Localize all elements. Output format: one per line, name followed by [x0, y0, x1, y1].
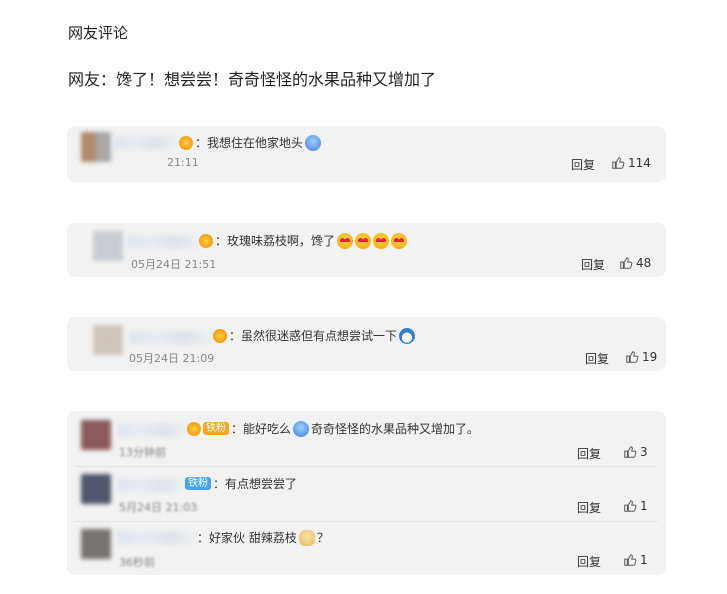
comment-time: 36秒前 — [119, 556, 155, 569]
username[interactable] — [117, 423, 187, 437]
comment-text: 铁粉 ：有点想尝尝了 — [185, 475, 297, 492]
reply-button[interactable]: 回复 — [581, 256, 605, 273]
vip-icon — [199, 233, 213, 248]
comment-card: ：虽然很迷惑但有点想尝试一下 05月24日 21:09 回复 19 — [67, 317, 666, 371]
comment-text: ：玫瑰味荔枝啊，馋了 — [199, 232, 408, 249]
vip-icon — [213, 328, 227, 343]
reply-button[interactable]: 回复 — [577, 553, 601, 570]
avatar[interactable] — [93, 231, 123, 261]
like-count: 1 — [640, 499, 648, 513]
comment-text: ：我想住在他家地头 — [179, 134, 322, 151]
divider — [75, 466, 658, 467]
thumbs-up-icon — [624, 500, 637, 512]
fan-badge: 铁粉 — [203, 422, 229, 435]
reply-button[interactable]: 回复 — [585, 350, 609, 367]
divider — [75, 521, 658, 522]
comment-time: 05月24日 21:09 — [129, 352, 215, 365]
vip-icon — [187, 421, 201, 436]
avatar[interactable] — [81, 132, 111, 162]
like-button[interactable]: 1 — [623, 499, 648, 513]
like-button[interactable]: 3 — [623, 445, 648, 459]
thumbs-up-icon — [626, 351, 639, 363]
username[interactable] — [129, 331, 213, 345]
reply-button[interactable]: 回复 — [577, 499, 601, 516]
avatar[interactable] — [81, 474, 111, 504]
comment-time: 21:11 — [167, 156, 199, 169]
like-button[interactable]: 1 — [623, 553, 648, 567]
avatar[interactable] — [81, 529, 111, 559]
reply-button[interactable]: 回复 — [571, 156, 595, 173]
vip-icon — [179, 135, 193, 150]
like-button[interactable]: 114 — [611, 156, 651, 170]
thumbs-up-icon — [624, 554, 637, 566]
doraemon-icon — [399, 327, 416, 344]
like-count: 48 — [636, 256, 652, 270]
fan-badge: 铁粉 — [185, 477, 211, 490]
section-title: 网友评论 — [68, 24, 129, 42]
thumbs-up-icon — [612, 157, 625, 169]
like-button[interactable]: 48 — [619, 256, 651, 270]
reply-button[interactable]: 回复 — [577, 445, 601, 462]
comment-text: ：好家伙 甜辣荔枝 ？ — [197, 529, 329, 546]
heart-eyes-icon — [337, 232, 354, 249]
comment-time: 05月24日 21:51 — [131, 258, 217, 271]
heart-eyes-icon — [391, 232, 408, 249]
heart-eyes-icon — [355, 232, 372, 249]
like-count: 1 — [640, 553, 648, 567]
heart-eyes-icon — [373, 232, 390, 249]
comment-card: ：玫瑰味荔枝啊，馋了 05月24日 21:51 回复 48 — [67, 223, 666, 277]
comment-text: 铁粉 ：能好吃么 奇奇怪怪的水果品种又增加了。 — [187, 420, 479, 437]
username[interactable] — [113, 136, 179, 150]
username[interactable] — [127, 235, 201, 249]
comment-card: ：我想住在他家地头 21:11 回复 114 — [67, 126, 666, 182]
comment-time: 13分钟前 — [119, 446, 166, 459]
avatar[interactable] — [81, 420, 111, 450]
comment-card: 铁粉 ：能好吃么 奇奇怪怪的水果品种又增加了。 13分钟前 回复 3 铁粉 ：有… — [67, 411, 666, 575]
username[interactable] — [117, 531, 197, 545]
like-button[interactable]: 19 — [625, 350, 657, 364]
doge-icon — [298, 529, 315, 546]
comment-time: 5月24日 21:03 — [119, 501, 198, 514]
drool-icon — [305, 134, 322, 151]
avatar[interactable] — [93, 325, 123, 355]
username[interactable] — [117, 478, 185, 492]
like-count: 19 — [642, 350, 658, 364]
like-count: 3 — [640, 445, 648, 459]
like-count: 114 — [628, 156, 651, 170]
article-headline: 网友：馋了！想尝尝！奇奇怪怪的水果品种又增加了 — [68, 70, 437, 89]
comment-text: ：虽然很迷惑但有点想尝试一下 — [213, 327, 416, 344]
thumbs-up-icon — [620, 257, 633, 269]
thumbs-up-icon — [624, 446, 637, 458]
drool-icon — [293, 420, 310, 437]
